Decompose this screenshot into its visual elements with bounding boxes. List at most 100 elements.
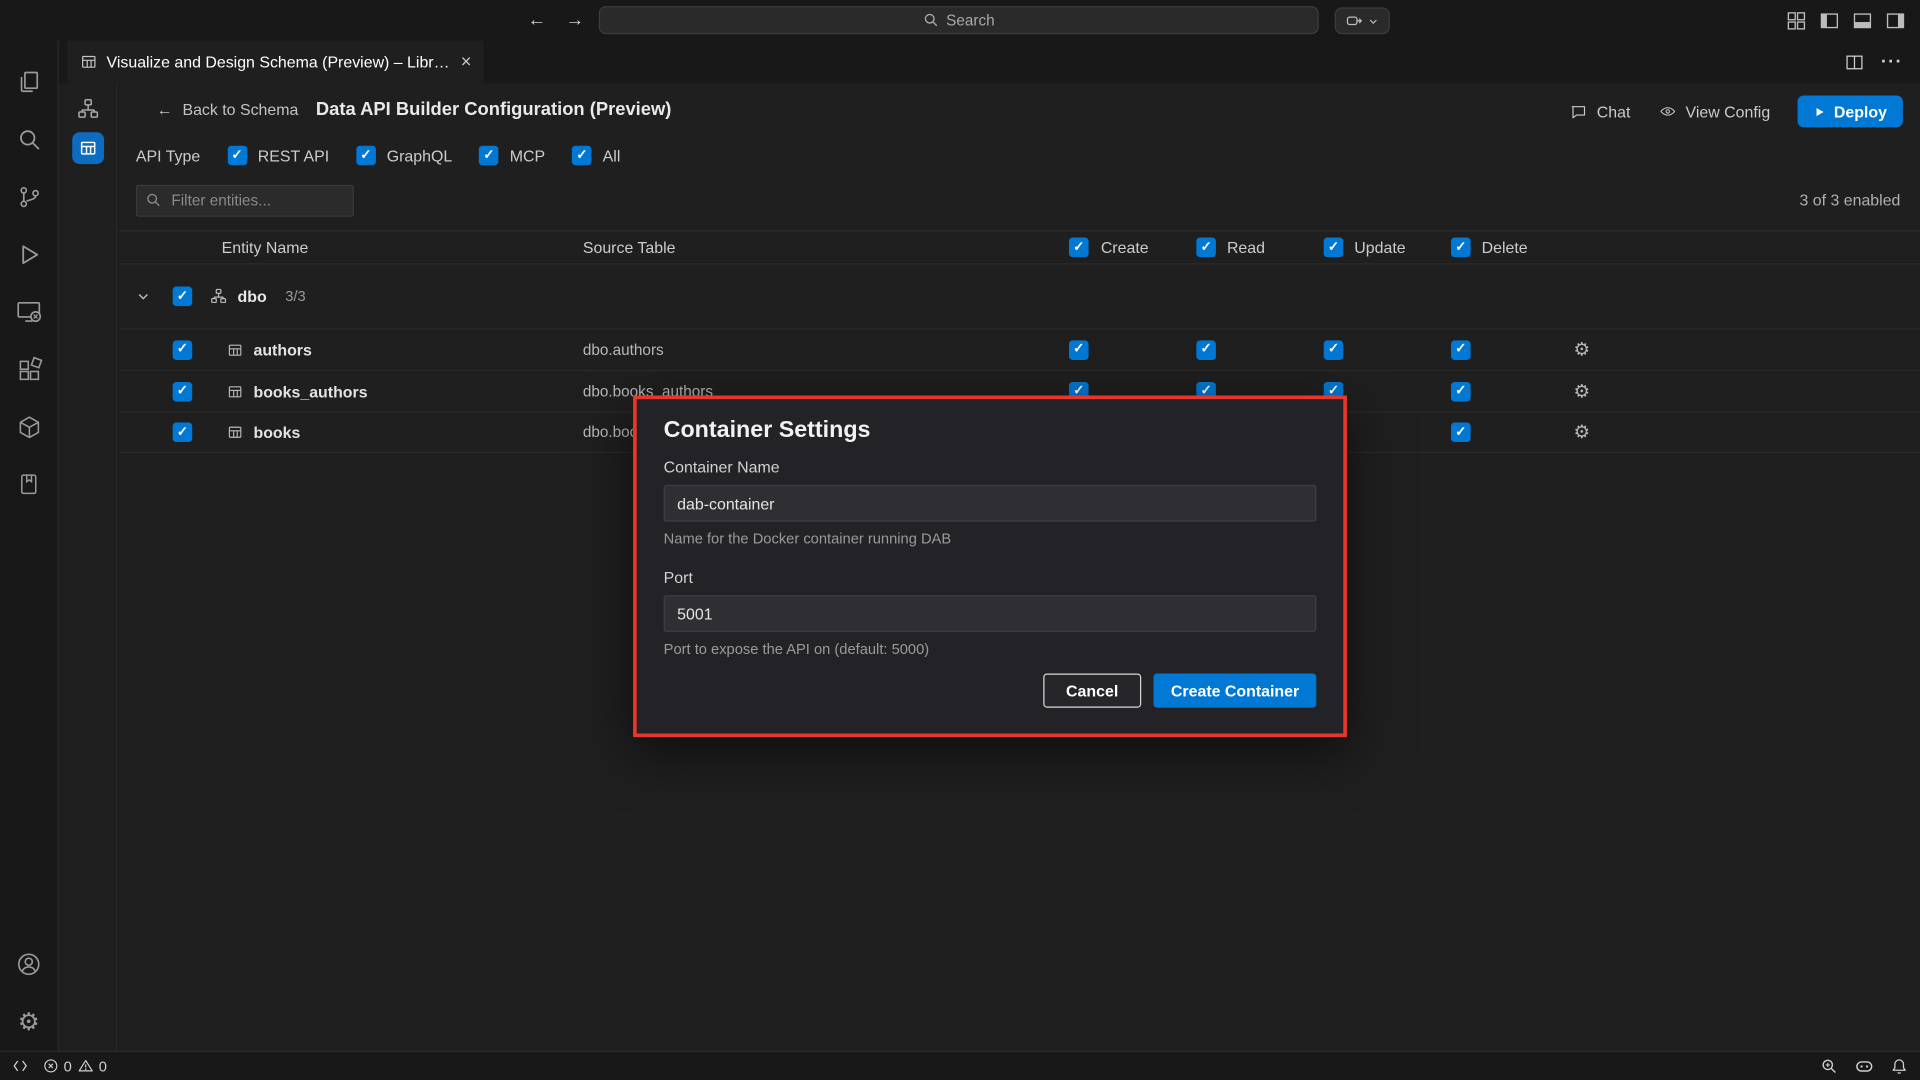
rest-api-option[interactable]: REST API [227, 146, 329, 166]
tab-bar: Visualize and Design Schema (Preview) – … [59, 40, 1920, 83]
graphql-checkbox[interactable] [356, 146, 376, 166]
search-icon [146, 192, 162, 208]
extensions-icon[interactable] [0, 340, 58, 398]
back-label: Back to Schema [182, 100, 298, 118]
read-all-checkbox[interactable] [1196, 238, 1216, 258]
row-enabled-checkbox[interactable] [173, 422, 193, 442]
create-container-button[interactable]: Create Container [1154, 673, 1317, 707]
delete-all-checkbox[interactable] [1451, 238, 1471, 258]
chat-button[interactable]: Chat [1569, 102, 1631, 120]
accounts-icon[interactable] [0, 936, 58, 994]
deploy-label: Deploy [1834, 102, 1887, 120]
update-checkbox[interactable] [1324, 340, 1344, 360]
tab-visualize-schema[interactable]: Visualize and Design Schema (Preview) – … [67, 40, 483, 83]
row-settings-gear-icon[interactable]: ⚙ [1573, 340, 1589, 358]
source-table-header: Source Table [583, 238, 676, 256]
row-settings-gear-icon[interactable]: ⚙ [1573, 423, 1589, 441]
chevron-down-icon[interactable] [136, 289, 151, 304]
more-actions-icon[interactable]: ··· [1881, 51, 1903, 72]
group-count: 3/3 [285, 288, 305, 305]
command-center-search[interactable]: Search [599, 6, 1319, 34]
read-header: Read [1227, 238, 1265, 256]
filter-entities-input[interactable] [136, 185, 354, 217]
close-icon[interactable]: × [461, 51, 472, 72]
toggle-sidebar-icon[interactable] [1820, 12, 1840, 29]
create-checkbox[interactable] [1069, 340, 1089, 360]
back-to-schema-link[interactable]: ← Back to Schema [157, 100, 299, 118]
remote-indicator-icon[interactable] [12, 1058, 28, 1074]
schema-extension-icon [80, 53, 98, 71]
port-help: Port to expose the API on (default: 5000… [664, 640, 1317, 657]
copilot-icon[interactable] [1855, 1058, 1873, 1074]
dab-config-view-icon[interactable] [72, 132, 104, 164]
delete-checkbox[interactable] [1451, 381, 1471, 401]
delete-checkbox[interactable] [1451, 340, 1471, 360]
schema-view-icon[interactable] [72, 93, 104, 125]
chevron-down-icon [1368, 15, 1379, 26]
status-bar: 0 0 [0, 1051, 1920, 1080]
header-actions: Chat View Config Deploy [1569, 96, 1903, 128]
view-config-button[interactable]: View Config [1657, 102, 1770, 120]
search-sidebar-icon[interactable] [0, 110, 58, 168]
row-enabled-checkbox[interactable] [173, 381, 193, 401]
create-all-checkbox[interactable] [1069, 238, 1089, 258]
tab-title: Visualize and Design Schema (Preview) – … [107, 53, 453, 71]
warning-icon [77, 1058, 94, 1074]
group-enabled-checkbox[interactable] [173, 287, 193, 307]
explorer-icon[interactable] [0, 53, 58, 111]
row-enabled-checkbox[interactable] [173, 340, 193, 360]
settings-gear-icon[interactable]: ⚙ [0, 993, 58, 1051]
container-name-label: Container Name [664, 458, 1317, 476]
delete-header: Delete [1482, 238, 1528, 256]
mcp-label: MCP [510, 146, 545, 164]
problems-errors[interactable]: 0 0 [43, 1057, 107, 1074]
notifications-bell-icon[interactable] [1891, 1057, 1908, 1074]
all-label: All [603, 146, 621, 164]
toggle-secondary-sidebar-icon[interactable] [1886, 12, 1906, 29]
graphql-label: GraphQL [387, 146, 452, 164]
schema-designer-icon[interactable] [0, 456, 58, 514]
all-option[interactable]: All [572, 146, 620, 166]
schema-group-row[interactable]: dbo 3/3 [119, 264, 1920, 328]
toggle-panel-icon[interactable] [1853, 12, 1873, 29]
run-task-dropdown[interactable] [1335, 7, 1390, 34]
read-checkbox[interactable] [1196, 340, 1216, 360]
source-control-icon[interactable] [0, 168, 58, 226]
dialog-title: Container Settings [664, 418, 1317, 445]
container-name-input[interactable] [664, 485, 1317, 522]
rest-api-checkbox[interactable] [227, 146, 247, 166]
enabled-summary: 3 of 3 enabled [1800, 185, 1901, 217]
back-arrow-icon[interactable]: ← [528, 10, 546, 31]
zoom-icon[interactable] [1821, 1057, 1838, 1074]
split-editor-icon[interactable] [1845, 53, 1863, 70]
remote-explorer-icon[interactable] [0, 283, 58, 341]
cancel-button[interactable]: Cancel [1043, 673, 1142, 707]
forward-arrow-icon[interactable]: → [566, 10, 584, 31]
update-all-checkbox[interactable] [1324, 238, 1344, 258]
run-debug-icon[interactable] [0, 225, 58, 283]
search-icon [923, 12, 939, 28]
entity-name: books_authors [253, 382, 367, 400]
mcp-option[interactable]: MCP [479, 146, 545, 166]
entity-name: authors [253, 340, 311, 358]
page-title: Data API Builder Configuration (Preview) [316, 99, 671, 120]
deploy-button[interactable]: Deploy [1797, 96, 1903, 128]
mcp-checkbox[interactable] [479, 146, 499, 166]
port-input[interactable] [664, 595, 1317, 632]
vscode-window: ← → Search [0, 0, 1920, 1080]
container-settings-dialog: Container Settings Container Name Name f… [633, 396, 1347, 738]
all-checkbox[interactable] [572, 146, 592, 166]
play-icon [1813, 105, 1825, 118]
activity-bar: ⚙ [0, 40, 59, 1050]
port-label: Port [664, 568, 1317, 586]
warning-count: 0 [99, 1057, 107, 1074]
tab-actions: ··· [1845, 40, 1903, 83]
delete-checkbox[interactable] [1451, 422, 1471, 442]
chat-bubble-icon [1569, 102, 1589, 120]
api-type-filter-row: API Type REST API GraphQL MCP All [136, 143, 647, 167]
row-settings-gear-icon[interactable]: ⚙ [1573, 382, 1589, 400]
database-project-icon[interactable] [0, 398, 58, 456]
customize-layout-icon[interactable] [1787, 10, 1807, 30]
table-row[interactable]: authors dbo.authors ⚙ [119, 328, 1920, 370]
graphql-option[interactable]: GraphQL [356, 146, 452, 166]
